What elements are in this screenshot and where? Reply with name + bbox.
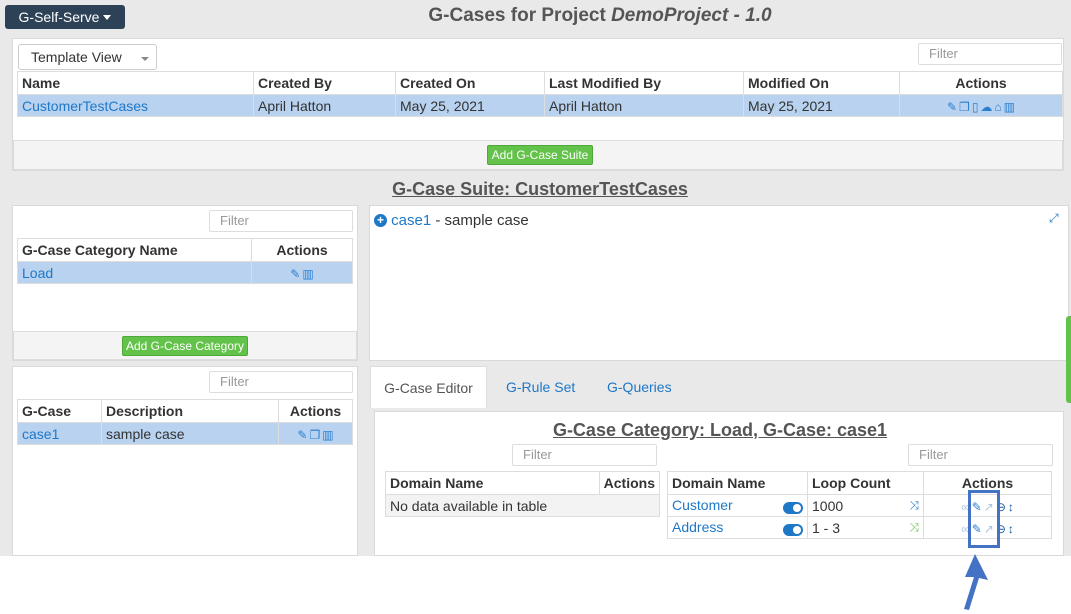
- domain-link[interactable]: Address: [672, 519, 723, 535]
- page-title-suffix: - 1.0: [728, 5, 772, 26]
- loop-cell: 1 - 3 ⤨: [807, 516, 924, 539]
- brand-label: G-Self-Serve: [18, 9, 100, 25]
- domains-table: Domain Name Actions No data available in…: [385, 471, 661, 517]
- add-suite-button[interactable]: Add G-Case Suite: [487, 145, 593, 165]
- col-actions: Actions: [899, 71, 1063, 95]
- cell-modified-on: May 25, 2021: [743, 94, 900, 117]
- col-domain-actions: Actions: [598, 471, 661, 495]
- cases-filter-input[interactable]: Filter: [209, 371, 353, 393]
- col-case-actions: Actions: [278, 399, 353, 423]
- col-name: Name: [17, 71, 254, 95]
- col-loop-count: Loop Count: [807, 471, 924, 495]
- plus-circle-icon[interactable]: +: [374, 214, 387, 227]
- editor-heading: G-Case Category: Load, G-Case: case1: [552, 420, 888, 440]
- col-created-on: Created On: [395, 71, 545, 95]
- domain-link[interactable]: Customer: [672, 497, 733, 513]
- cell-created-by: April Hatton: [253, 94, 396, 117]
- loop-count-value: 1 - 3: [812, 519, 841, 536]
- callout-highlight: [968, 490, 1000, 548]
- case-name-link[interactable]: case1: [17, 422, 102, 445]
- toggle-switch[interactable]: [783, 502, 803, 514]
- categories-table: G-Case Category Name Actions Load ✎ ▥: [17, 238, 353, 284]
- chevron-down-icon: [141, 57, 149, 61]
- tab-g-case-editor[interactable]: G-Case Editor: [370, 366, 487, 408]
- copy-icon[interactable]: ❐: [959, 100, 970, 114]
- table-row: No data available in table: [385, 494, 660, 517]
- suites-table: Name Created By Created On Last Modified…: [17, 71, 1063, 117]
- page-title-project: DemoProject: [611, 5, 729, 26]
- trash-icon[interactable]: ▥: [1004, 100, 1015, 114]
- col-case: G-Case: [17, 399, 102, 423]
- tree-case-desc: - sample case: [431, 212, 529, 229]
- domain-cell: Address: [667, 516, 808, 539]
- view-select[interactable]: Template View: [18, 44, 157, 70]
- copy-icon[interactable]: ❐: [309, 428, 320, 442]
- loop-cell: 1000 ⤨: [807, 494, 924, 517]
- domain-cell: Customer: [667, 494, 808, 517]
- shuffle-icon[interactable]: ⤨: [909, 498, 919, 513]
- page-title-prefix: G-Cases for Project: [428, 5, 612, 26]
- brand-menu-button[interactable]: G-Self-Serve: [5, 5, 125, 29]
- shuffle-icon[interactable]: ⤨: [909, 520, 919, 535]
- file-icon[interactable]: ▯: [972, 100, 979, 114]
- expand-icon[interactable]: ⤢: [1049, 211, 1059, 226]
- view-select-value: Template View: [31, 49, 122, 65]
- suite-actions: ✎ ❐ ▯ ☁ ⌂ ▥: [899, 94, 1063, 117]
- trash-icon[interactable]: ▥: [322, 428, 333, 442]
- table-row[interactable]: CustomerTestCases April Hatton May 25, 2…: [17, 94, 1063, 117]
- sort-icon[interactable]: ↕: [1008, 500, 1014, 514]
- cases-panel: [12, 366, 358, 556]
- loop-count-value: 1000: [812, 497, 844, 514]
- callout-arrow-icon: [964, 554, 988, 610]
- cell-modified-by: April Hatton: [544, 94, 744, 117]
- tree-case-link[interactable]: case1: [391, 212, 431, 229]
- caret-down-icon: [103, 15, 112, 20]
- tab-g-rule-set[interactable]: G-Rule Set: [506, 379, 575, 395]
- cases-table: G-Case Description Actions case1 sample …: [17, 399, 353, 445]
- col-last-modified-by: Last Modified By: [544, 71, 744, 95]
- edit-icon[interactable]: ✎: [290, 267, 300, 281]
- case-description: sample case: [101, 422, 279, 445]
- edit-icon[interactable]: ✎: [297, 428, 307, 442]
- case-actions: ✎ ❐ ▥: [278, 422, 353, 445]
- page-title: G-Cases for Project DemoProject - 1.0: [250, 5, 950, 27]
- category-actions: ✎ ▥: [251, 261, 353, 284]
- suite-heading: G-Case Suite: CustomerTestCases: [392, 179, 688, 199]
- tree-node[interactable]: + case1 - sample case: [374, 212, 529, 229]
- table-row[interactable]: Load ✎ ▥: [17, 261, 353, 284]
- add-category-button[interactable]: Add G-Case Category: [122, 336, 248, 356]
- unlock-icon[interactable]: ⌂: [994, 100, 1001, 114]
- tab-g-queries[interactable]: G-Queries: [607, 379, 672, 395]
- category-name-link[interactable]: Load: [17, 261, 252, 284]
- toggle-switch[interactable]: [783, 524, 803, 536]
- trash-icon[interactable]: ▥: [302, 267, 313, 281]
- empty-message: No data available in table: [385, 494, 660, 517]
- side-handle[interactable]: [1066, 316, 1071, 403]
- cloud-upload-icon[interactable]: ☁: [980, 100, 992, 114]
- selected-domains-filter-input[interactable]: Filter: [908, 444, 1053, 466]
- sort-icon[interactable]: ↕: [1008, 522, 1014, 536]
- col-description: Description: [101, 399, 279, 423]
- col-category-actions: Actions: [251, 238, 353, 262]
- cell-created-on: May 25, 2021: [395, 94, 545, 117]
- suite-name-link[interactable]: CustomerTestCases: [17, 94, 254, 117]
- col-domain-name: Domain Name: [385, 471, 600, 495]
- categories-filter-input[interactable]: Filter: [209, 210, 353, 232]
- col-modified-on: Modified On: [743, 71, 900, 95]
- table-row[interactable]: case1 sample case ✎ ❐ ▥: [17, 422, 353, 445]
- col-selected-domain: Domain Name: [667, 471, 808, 495]
- edit-icon[interactable]: ✎: [947, 100, 957, 114]
- col-category-name: G-Case Category Name: [17, 238, 252, 262]
- domains-filter-input[interactable]: Filter: [512, 444, 657, 466]
- suites-filter-input[interactable]: Filter: [918, 43, 1062, 65]
- col-created-by: Created By: [253, 71, 396, 95]
